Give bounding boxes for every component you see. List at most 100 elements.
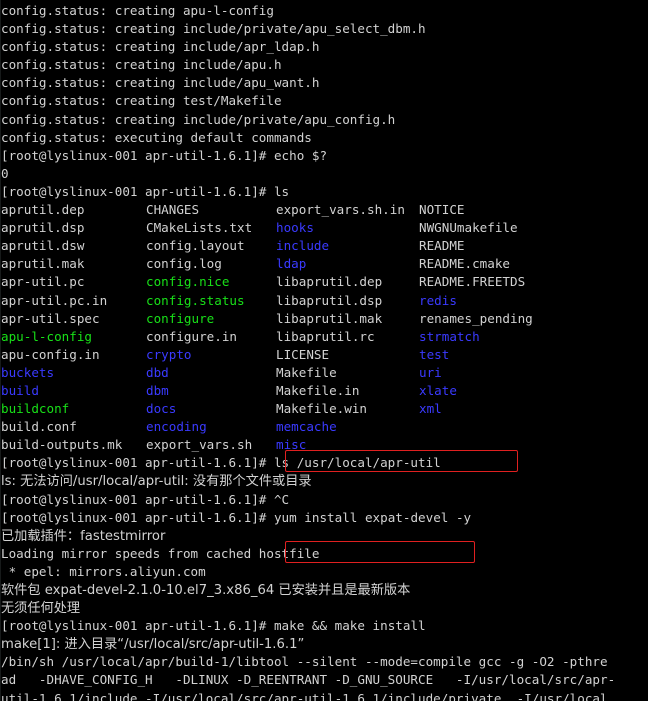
shell-prompt-line: [root@lyslinux-001 apr-util-1.6.1]# ^C	[1, 491, 648, 509]
terminal-text: config.status: creating include/private/…	[1, 111, 396, 127]
output-line: * epel: mirrors.aliyun.com	[1, 563, 648, 581]
output-line: 0	[1, 165, 648, 183]
output-line: /bin/sh /usr/local/apr/build-1/libtool -…	[1, 653, 648, 671]
ls-file-entry: apu-config.in	[1, 346, 100, 362]
terminal-text: config.status: creating apu-l-config	[1, 3, 274, 18]
ls-file-entry: apr-util.spec	[1, 310, 100, 326]
ls-executable-entry: config.nice	[146, 274, 230, 290]
ls-executable-entry: buildconf	[1, 401, 70, 417]
ls-file-entry: libaprutil.dsp	[276, 292, 383, 308]
terminal-text: [root@lyslinux-001 apr-util-1.6.1]# ^C	[1, 491, 290, 507]
shell-prompt-line: [root@lyslinux-001 apr-util-1.6.1]# ls	[1, 183, 648, 201]
output-line: config.status: creating include/apu.h	[1, 56, 648, 74]
ls-output-row: apr-util.pc config.nice libaprutil.dep READ…	[1, 273, 648, 291]
output-line: config.status: creating test/Makefile	[1, 92, 648, 110]
shell-prompt-line: [root@lyslinux-001 apr-util-1.6.1]# make…	[1, 617, 648, 635]
output-line: config.status: creating apu-l-config	[1, 2, 648, 20]
terminal-text: util-1.6.1/include -I/usr/local/src/apr-…	[1, 690, 608, 701]
ls-file-entry: libaprutil.rc	[276, 328, 375, 344]
output-line: config.status: creating include/apr_ldap…	[1, 38, 648, 56]
ls-file-entry: Makefile.in	[276, 382, 360, 398]
terminal-text: 已加载插件：fastestmirror	[1, 528, 166, 544]
shell-command[interactable]: yum install expat-devel -y	[274, 510, 471, 525]
ls-directory-entry: test	[419, 346, 450, 362]
terminal-text: * epel: mirrors.aliyun.com	[1, 563, 206, 579]
shell-prompt-line: [root@lyslinux-001 apr-util-1.6.1]# ls /…	[1, 454, 648, 472]
output-line: 软件包 expat-devel-2.1.0-10.el7_3.x86_64 已安…	[1, 581, 648, 599]
ls-directory-entry: misc	[276, 437, 307, 453]
shell-command[interactable]: make && make install	[274, 618, 426, 633]
ls-output-row: aprutil.mak config.log ldap README.cmake	[1, 255, 648, 273]
output-line: config.status: executing default command…	[1, 129, 648, 147]
terminal-text: ls: 无法访问/usr/local/apr-util: 没有那个文件或目录	[1, 474, 312, 490]
ls-directory-entry: include	[276, 238, 330, 254]
shell-prompt: [root@lyslinux-001 apr-util-1.6.1]#	[1, 618, 274, 634]
ls-directory-entry: dbd	[146, 364, 169, 380]
ls-directory-entry: build	[1, 382, 39, 398]
output-line: 已加载插件：fastestmirror	[1, 527, 648, 545]
terminal-text: config.status: creating include/apu.h	[1, 57, 282, 73]
ls-output-row: buildconf docs Makefile.win xml	[1, 400, 648, 418]
output-line: Loading mirror speeds from cached hostfi…	[1, 545, 648, 563]
ls-file-entry: CHANGES	[146, 202, 200, 218]
ls-directory-entry: memcache	[276, 419, 337, 435]
ls-directory-entry: uri	[419, 364, 442, 380]
ls-directory-entry: ldap	[276, 256, 307, 272]
ls-directory-entry: crypto	[146, 346, 192, 362]
terminal-text: 无须任何处理	[1, 601, 81, 617]
ls-file-entry: NOTICE	[419, 202, 465, 218]
ls-file-entry: config.layout	[146, 238, 245, 254]
terminal-screen[interactable]: config.status: creating apu-l-config conf…	[1, 2, 648, 701]
ls-file-entry: aprutil.dsp	[1, 220, 85, 236]
shell-prompt-line: [root@lyslinux-001 apr-util-1.6.1]# yum …	[1, 509, 648, 527]
ls-file-entry: README.cmake	[419, 256, 510, 272]
ls-file-entry: configure.in	[146, 328, 237, 344]
terminal-text: config.status: creating include/apu_want…	[1, 75, 320, 91]
terminal-text: config.status: creating include/private/…	[1, 21, 426, 37]
output-line: make[1]: 进入目录“/usr/local/src/apr-util-1.…	[1, 635, 648, 653]
ls-output-row: apr-util.spec configure libaprutil.mak rena…	[1, 310, 648, 328]
ls-file-entry: aprutil.dsw	[1, 238, 85, 254]
ls-directory-entry: xlate	[419, 382, 457, 398]
ls-directory-entry: buckets	[1, 364, 55, 380]
ls-directory-entry: encoding	[146, 419, 207, 435]
output-line: ad -DHAVE_CONFIG_H -DLINUX -D_REENTRANT …	[1, 671, 648, 689]
ls-output-row: apr-util.pc.in config.status libaprutil.ds…	[1, 292, 648, 310]
ls-file-entry: aprutil.dep	[1, 202, 85, 218]
terminal-text: /bin/sh /usr/local/apr/build-1/libtool -…	[1, 654, 608, 670]
terminal-window[interactable]: config.status: creating apu-l-config conf…	[0, 0, 648, 701]
terminal-text: Loading mirror speeds from cached hostfi…	[1, 545, 320, 561]
ls-file-entry: LICENSE	[276, 346, 330, 362]
ls-file-entry: renames_pending	[419, 310, 533, 326]
output-line: 无须任何处理	[1, 599, 648, 617]
ls-file-entry: CMakeLists.txt	[146, 220, 253, 236]
output-line: ls: 无法访问/usr/local/apr-util: 没有那个文件或目录	[1, 472, 648, 490]
ls-directory-entry: strmatch	[419, 328, 480, 344]
ls-output-row: aprutil.dsw config.layout include README	[1, 237, 648, 255]
ls-directory-entry: docs	[146, 401, 177, 417]
terminal-text: 0	[1, 165, 9, 181]
ls-file-entry: NWGNUmakefile	[419, 220, 518, 236]
ls-directory-entry: xml	[419, 401, 442, 417]
ls-file-entry: export_vars.sh.in	[276, 202, 405, 218]
output-line: util-1.6.1/include -I/usr/local/src/apr-…	[1, 690, 648, 701]
ls-file-entry: Makefile.win	[276, 401, 367, 417]
terminal-text: config.status: creating test/Makefile	[1, 93, 282, 109]
ls-output-row: apu-l-config configure.in libaprutil.rc str…	[1, 328, 648, 346]
ls-file-entry: README	[419, 238, 465, 254]
ls-executable-entry: apu-l-config	[1, 328, 92, 344]
ls-file-entry: README.FREETDS	[419, 274, 526, 290]
ls-file-entry: apr-util.pc	[1, 274, 85, 290]
terminal-text: config.status: executing default command…	[1, 129, 312, 145]
ls-directory-entry: redis	[419, 292, 457, 308]
ls-file-entry: libaprutil.dep	[276, 274, 383, 290]
ls-output-row: build-outputs.mk export_vars.sh misc	[1, 436, 648, 454]
ls-file-entry: libaprutil.mak	[276, 310, 383, 326]
terminal-text: [root@lyslinux-001 apr-util-1.6.1]# echo…	[1, 147, 328, 163]
ls-file-entry: Makefile	[276, 364, 337, 380]
shell-prompt: [root@lyslinux-001 apr-util-1.6.1]#	[1, 509, 274, 525]
terminal-text: 软件包 expat-devel-2.1.0-10.el7_3.x86_64 已安…	[1, 583, 411, 598]
terminal-text: make[1]: 进入目录“/usr/local/src/apr-util-1.…	[1, 637, 305, 653]
terminal-text: config.status: creating include/apr_ldap…	[1, 39, 320, 55]
terminal-text: [root@lyslinux-001 apr-util-1.6.1]# ls	[1, 183, 290, 199]
